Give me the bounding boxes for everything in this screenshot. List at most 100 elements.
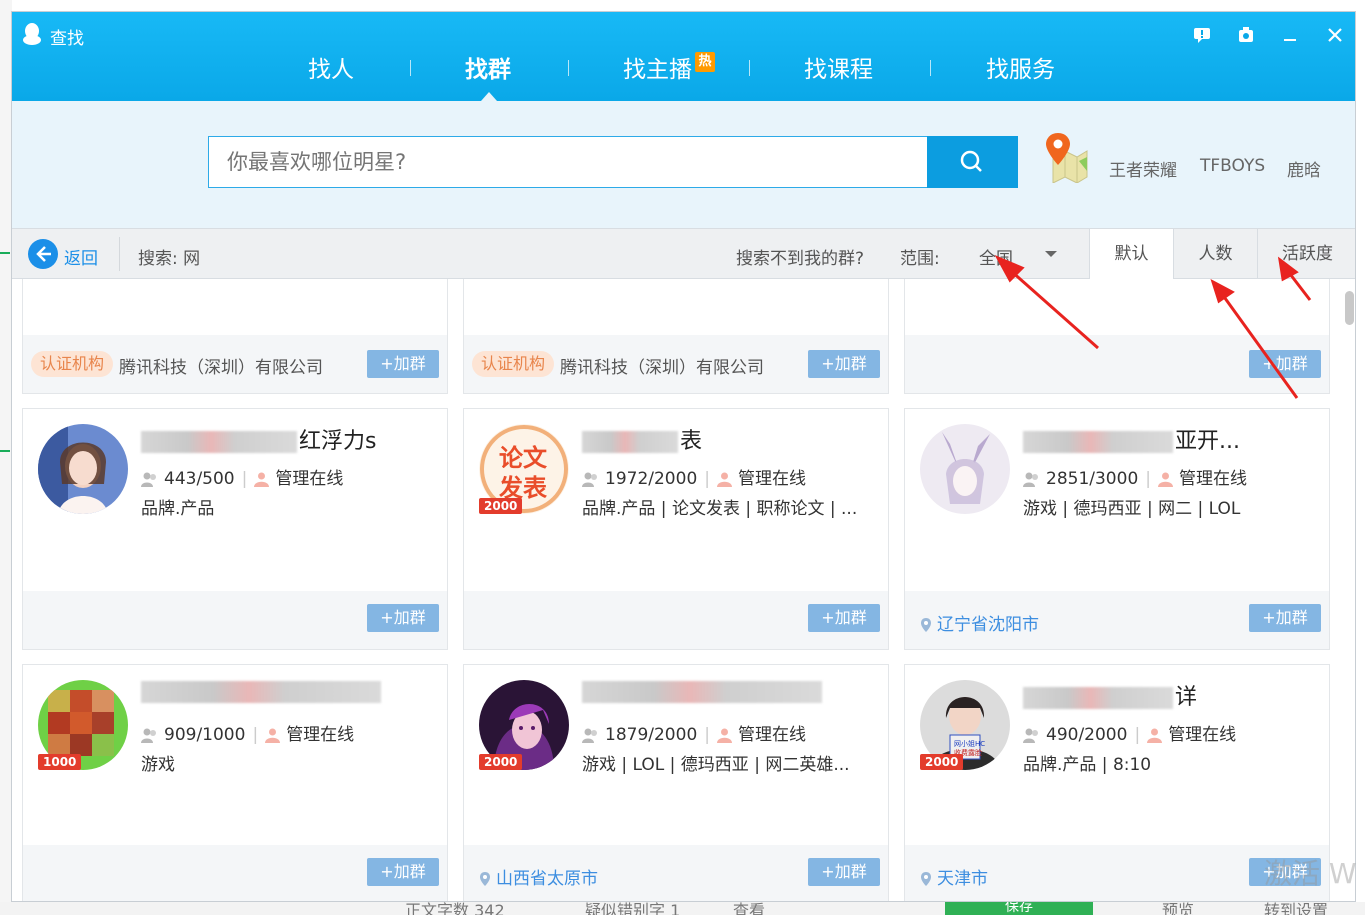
group-size-tag: 2000 [479, 754, 523, 770]
group-tags: 游戏 | 德玛西亚 | 网二 | LOL [1023, 499, 1241, 519]
group-location: 天津市 [921, 864, 988, 889]
redacted-text [582, 681, 822, 703]
close-icon[interactable] [1325, 26, 1345, 46]
admin-icon [717, 472, 732, 487]
not-found-link[interactable]: 搜索不到我的群? [736, 244, 864, 269]
admin-status: 管理在线 [1168, 725, 1237, 745]
range-dropdown[interactable]: 全国 [979, 244, 1013, 269]
group-card[interactable]: 论文 发表 2000 表 1972/2000 | 管理在线 品牌.产品 | 论文发表 … [463, 408, 889, 650]
group-card[interactable]: 亚开... 2851/3000 | 管理在线 游戏 | 德玛西亚 | 网二 | LO… [904, 408, 1330, 650]
scrollbar-thumb[interactable] [1345, 291, 1354, 325]
back-arrow-icon[interactable] [28, 239, 58, 269]
members-icon [582, 728, 597, 743]
redacted-text [141, 431, 297, 453]
top-nav: 找人 找群 找主播热 找课程 找服务 [12, 50, 1355, 90]
tab-find-streamer-label: 找主播 [623, 57, 692, 83]
card-footer: +加群 [464, 591, 888, 649]
chevron-down-icon[interactable] [1045, 251, 1057, 257]
join-group-button[interactable]: +加群 [808, 858, 880, 886]
hot-word-link[interactable]: TFBOYS [1200, 156, 1265, 176]
join-group-button[interactable]: +加群 [367, 350, 439, 378]
window-title: 查找 [50, 29, 84, 49]
join-group-button[interactable]: +加群 [367, 604, 439, 632]
group-name [582, 679, 824, 704]
search-area: 王者荣耀 TFBOYS 鹿晗 [12, 101, 1355, 228]
group-tags: 品牌.产品 | 8:10 [1023, 755, 1152, 775]
group-name-visible: 亚开... [1175, 429, 1240, 454]
group-location: 辽宁省沈阳市 [921, 610, 1039, 635]
search-button[interactable] [927, 136, 1018, 188]
certified-badge: 认证机构 [31, 351, 113, 377]
join-group-button[interactable]: +加群 [1249, 604, 1321, 632]
member-count-value: 1879/2000 [605, 725, 698, 745]
nav-divider [749, 60, 750, 76]
background-save-button: 保存 [945, 902, 1093, 915]
search-box [208, 136, 928, 188]
group-card[interactable]: 认证机构 腾讯科技（深圳）有限公司 +加群 [22, 279, 448, 394]
card-footer: +加群 [23, 591, 447, 649]
join-group-button[interactable]: +加群 [367, 858, 439, 886]
filter-toolbar: 返回 搜索: 网 搜索不到我的群? 范围: 全国 默认 人数 活跃度 [12, 228, 1355, 279]
results-list: 认证机构 腾讯科技（深圳）有限公司 +加群 认证机构 腾讯科技（深圳）有限公司 … [12, 279, 1342, 901]
location-text: 山西省太原市 [496, 869, 598, 889]
svg-text:网小姐HC: 网小姐HC [954, 739, 985, 748]
search-input[interactable] [209, 137, 927, 187]
search-icon [960, 150, 982, 172]
member-count-value: 2851/3000 [1046, 469, 1139, 489]
sort-activity-tab[interactable]: 活跃度 [1257, 229, 1355, 279]
tab-find-service[interactable]: 找服务 [986, 50, 1055, 84]
redacted-text [1023, 431, 1173, 453]
tab-find-people[interactable]: 找人 [308, 50, 354, 84]
admin-icon [254, 472, 270, 487]
company-name: 腾讯科技（深圳）有限公司 [560, 358, 764, 378]
card-footer: +加群 [905, 335, 1329, 393]
join-group-button[interactable]: +加群 [808, 350, 880, 378]
group-size-tag: 1000 [38, 754, 82, 770]
members-icon [1023, 472, 1038, 487]
group-card[interactable]: +加群 [904, 279, 1330, 394]
admin-icon [1158, 472, 1173, 487]
join-group-button[interactable]: +加群 [1249, 350, 1321, 378]
feedback-icon[interactable] [1192, 26, 1212, 46]
group-card[interactable]: 红浮力s 443/500 | 管理在线 品牌.产品 +加群 [22, 408, 448, 650]
nav-divider [568, 60, 569, 76]
group-name: 红浮力s [141, 423, 376, 455]
members-icon [141, 728, 156, 743]
skin-icon[interactable] [1236, 26, 1256, 46]
find-window: 查找 找人 找群 找主播热 找课程 找服务 你最喜欢哪位明星? 王者荣耀 TFB… [11, 11, 1356, 902]
group-tags: 游戏 [141, 755, 175, 775]
map-location-icon[interactable] [1045, 131, 1089, 183]
tab-find-course[interactable]: 找课程 [804, 50, 873, 84]
minimize-icon[interactable] [1280, 26, 1300, 46]
member-count: 909/1000 | 管理在线 [141, 720, 354, 745]
members-icon [1023, 728, 1038, 743]
admin-icon [717, 728, 732, 743]
nav-divider [410, 60, 411, 76]
tab-find-streamer[interactable]: 找主播热 [623, 50, 715, 84]
background-divider [0, 450, 10, 452]
card-footer: 认证机构 腾讯科技（深圳）有限公司 +加群 [464, 335, 888, 393]
group-card[interactable]: 2000 1879/2000 | 管理在线 游戏 | LOL | 德玛西亚 | 网二… [463, 664, 889, 901]
location-pin-icon [480, 872, 490, 886]
admin-status: 管理在线 [738, 725, 806, 745]
group-name-visible: 红浮力s [299, 429, 377, 454]
group-tags: 品牌.产品 | 论文发表 | 职称论文 | ... [582, 499, 858, 519]
back-button[interactable]: 返回 [64, 244, 98, 269]
location-text: 天津市 [937, 869, 988, 889]
member-count: 1879/2000 | 管理在线 [582, 720, 806, 745]
results-scrollbar[interactable] [1342, 279, 1355, 901]
range-label: 范围: [900, 249, 940, 269]
active-tab-indicator [481, 92, 497, 101]
admin-status: 管理在线 [286, 725, 355, 745]
tab-find-group[interactable]: 找群 [465, 50, 511, 84]
group-card[interactable]: 认证机构 腾讯科技（深圳）有限公司 +加群 [463, 279, 889, 394]
background-divider [0, 252, 10, 254]
sort-members-tab[interactable]: 人数 [1173, 229, 1257, 279]
toolbar-divider [119, 237, 120, 271]
sort-default-tab[interactable]: 默认 [1089, 229, 1173, 279]
hot-word-link[interactable]: 鹿晗 [1287, 156, 1321, 181]
hot-word-link[interactable]: 王者荣耀 [1109, 156, 1177, 181]
join-group-button[interactable]: +加群 [808, 604, 880, 632]
members-icon [141, 472, 156, 487]
group-card[interactable]: 1000 909/1000 | 管理在线 游戏 +加群 [22, 664, 448, 901]
